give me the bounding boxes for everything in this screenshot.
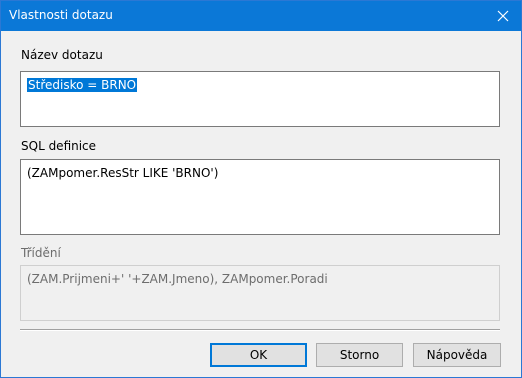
query-name-input[interactable]: Středisko = BRNO [20,71,500,127]
title-bar: Vlastnosti dotazu [1,1,521,31]
sql-definition-label: SQL definice [21,139,97,153]
help-button[interactable]: Nápověda [413,343,501,367]
dialog-title: Vlastnosti dotazu [9,8,113,22]
close-button[interactable] [485,1,521,31]
sql-definition-textarea[interactable]: (ZAMpomer.ResStr LIKE 'BRNO') [20,159,500,235]
dialog-window: Vlastnosti dotazu Název dotazu Středisko… [0,0,522,378]
close-icon [497,10,509,22]
ok-button[interactable]: OK [210,343,307,367]
query-name-value: Středisko = BRNO [27,78,138,92]
button-separator [20,329,500,331]
cancel-button[interactable]: Storno [316,343,403,367]
sql-definition-value: (ZAMpomer.ResStr LIKE 'BRNO') [27,166,219,180]
query-name-label: Název dotazu [21,48,103,62]
sorting-value: (ZAM.Prijmeni+' '+ZAM.Jmeno), ZAMpomer.P… [27,272,328,286]
sorting-label: Třídění [21,246,61,260]
sorting-textarea: (ZAM.Prijmeni+' '+ZAM.Jmeno), ZAMpomer.P… [20,265,500,321]
